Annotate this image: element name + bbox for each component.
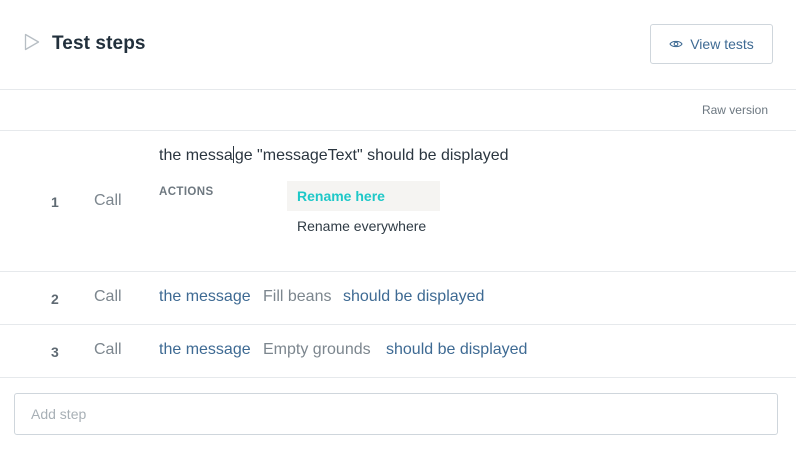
step-text-before-caret: the messa bbox=[159, 147, 233, 164]
step-number: 2 bbox=[51, 291, 59, 307]
actions-menu: Rename here Rename everywhere bbox=[287, 181, 440, 241]
step-text-editor[interactable]: the messa ge "messageText" should be disp… bbox=[159, 146, 509, 165]
step-row[interactable]: 3 Call the message Empty grounds should … bbox=[0, 325, 796, 378]
view-tests-label: View tests bbox=[690, 36, 754, 52]
add-step-input[interactable] bbox=[14, 393, 778, 435]
rename-everywhere-option[interactable]: Rename everywhere bbox=[287, 211, 440, 241]
step-number: 1 bbox=[51, 194, 59, 210]
step-keyword: Call bbox=[94, 288, 122, 305]
eye-icon bbox=[669, 40, 683, 48]
step-phrase[interactable]: should be displayed bbox=[343, 288, 484, 306]
page-title: Test steps bbox=[52, 33, 146, 54]
actions-label: ACTIONS bbox=[159, 186, 214, 198]
raw-version-link[interactable]: Raw version bbox=[702, 103, 768, 117]
step-number: 3 bbox=[51, 344, 59, 360]
step-phrase[interactable]: should be displayed bbox=[386, 341, 527, 359]
step-keyword: Call bbox=[94, 341, 122, 358]
step-parameter[interactable]: Empty grounds bbox=[263, 341, 371, 359]
step-keyword: Call bbox=[94, 192, 122, 209]
step-parameter[interactable]: Fill beans bbox=[263, 288, 331, 306]
play-icon bbox=[24, 33, 40, 51]
step-row[interactable]: 2 Call the message Fill beans should be … bbox=[0, 272, 796, 325]
rename-here-option[interactable]: Rename here bbox=[287, 181, 440, 211]
step-phrase[interactable]: the message bbox=[159, 341, 251, 359]
step-text-after-caret: ge "messageText" should be displayed bbox=[234, 147, 509, 164]
test-steps-header: Test steps View tests bbox=[0, 0, 796, 90]
view-tests-button[interactable]: View tests bbox=[650, 24, 773, 64]
step-phrase[interactable]: the message bbox=[159, 288, 251, 306]
